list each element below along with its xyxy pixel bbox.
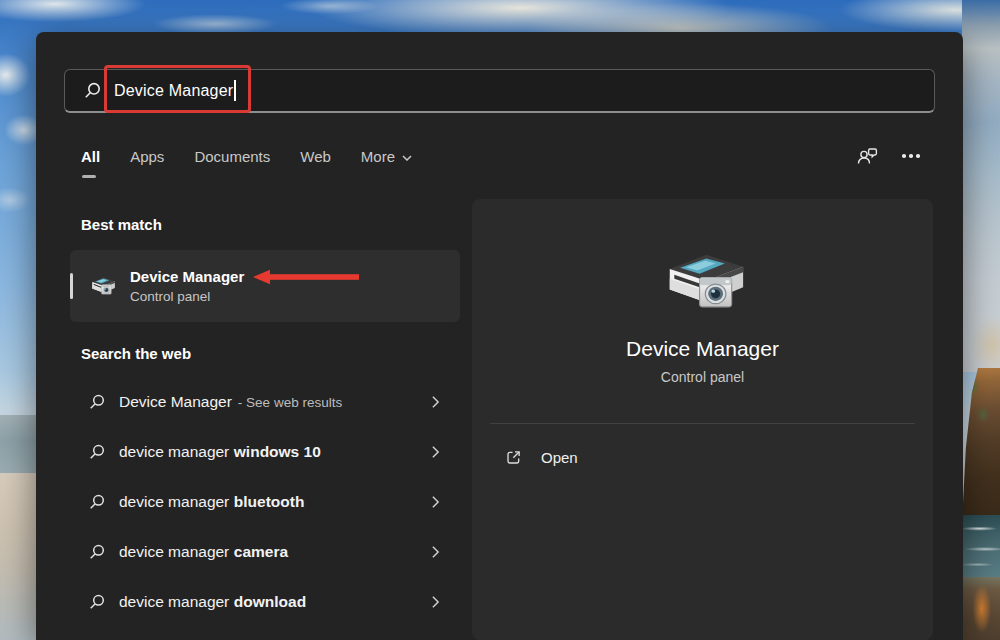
search-icon <box>89 594 105 610</box>
feedback-icon[interactable] <box>856 146 879 166</box>
best-match-subtitle: Control panel <box>130 289 244 304</box>
wallpaper-beach-right <box>962 577 1000 640</box>
wallpaper-cliff <box>962 368 1000 523</box>
tab-apps[interactable]: Apps <box>130 148 164 165</box>
chevron-down-icon <box>402 155 412 161</box>
chevron-right-icon <box>431 395 440 409</box>
web-suggestion-row[interactable]: device managerdownload <box>70 577 470 627</box>
web-search-heading: Search the web <box>81 345 191 362</box>
suggestion-text: device managerbluetooth <box>119 493 431 511</box>
tab-documents[interactable]: Documents <box>194 148 270 165</box>
suggestion-text: device managerwindows 10 <box>119 443 431 461</box>
suggestion-text: device managercamera <box>119 543 431 561</box>
best-match-title: Device Manager <box>130 268 244 285</box>
web-suggestions: Device Manager- See web results device m… <box>70 377 470 627</box>
chevron-right-icon <box>431 495 440 509</box>
search-box[interactable]: Device Manager <box>64 69 935 113</box>
search-icon <box>89 544 105 560</box>
search-input-value[interactable]: Device Manager <box>114 82 233 100</box>
wallpaper-beach-left <box>0 473 37 640</box>
search-icon <box>84 82 101 99</box>
tab-more[interactable]: More <box>361 148 412 165</box>
web-suggestion-row[interactable]: Device Manager- See web results <box>70 377 470 427</box>
preview-subtitle: Control panel <box>472 369 933 385</box>
best-match-text: Device Manager Control panel <box>130 268 244 304</box>
web-suggestion-row[interactable]: device managercamera <box>70 527 470 577</box>
search-icon <box>89 444 105 460</box>
web-suggestion-row[interactable]: device managerbluetooth <box>70 477 470 527</box>
annotation-arrow <box>253 269 359 285</box>
chevron-right-icon <box>431 545 440 559</box>
best-match-item[interactable]: Device Manager Control panel <box>70 250 460 322</box>
preview-pane: Device Manager Control panel Open <box>472 199 933 640</box>
open-external-icon <box>505 449 522 466</box>
web-suggestion-row[interactable]: device managerwindows 10 <box>70 427 470 477</box>
suggestion-text: device managerdownload <box>119 593 431 611</box>
selection-indicator <box>70 273 73 299</box>
best-match-heading: Best match <box>81 216 162 233</box>
preview-divider <box>490 423 915 424</box>
chevron-right-icon <box>431 595 440 609</box>
more-options-icon[interactable] <box>902 146 920 166</box>
desktop-screen: Device Manager All Apps Documents Web Mo… <box>0 0 1000 640</box>
header-icons <box>856 146 920 166</box>
tab-all[interactable]: All <box>81 148 100 165</box>
tab-active-underline <box>82 175 96 178</box>
wallpaper-sky-right <box>962 0 1000 372</box>
windows-search-panel: Device Manager All Apps Documents Web Mo… <box>36 32 963 640</box>
preview-title: Device Manager <box>472 337 933 361</box>
search-icon <box>89 494 105 510</box>
chevron-right-icon <box>431 445 440 459</box>
device-manager-icon <box>88 274 117 299</box>
filter-tabs: All Apps Documents Web More <box>81 148 412 165</box>
open-label: Open <box>541 449 578 466</box>
suggestion-text: Device Manager- See web results <box>119 393 431 411</box>
open-button[interactable]: Open <box>505 449 578 466</box>
text-caret <box>234 80 236 101</box>
search-icon <box>89 394 105 410</box>
wallpaper-sea-left <box>0 415 37 473</box>
wallpaper-clouds-left <box>0 30 36 250</box>
wallpaper-sea-right <box>962 515 1000 577</box>
device-manager-icon-large <box>656 245 750 321</box>
tab-web[interactable]: Web <box>300 148 331 165</box>
